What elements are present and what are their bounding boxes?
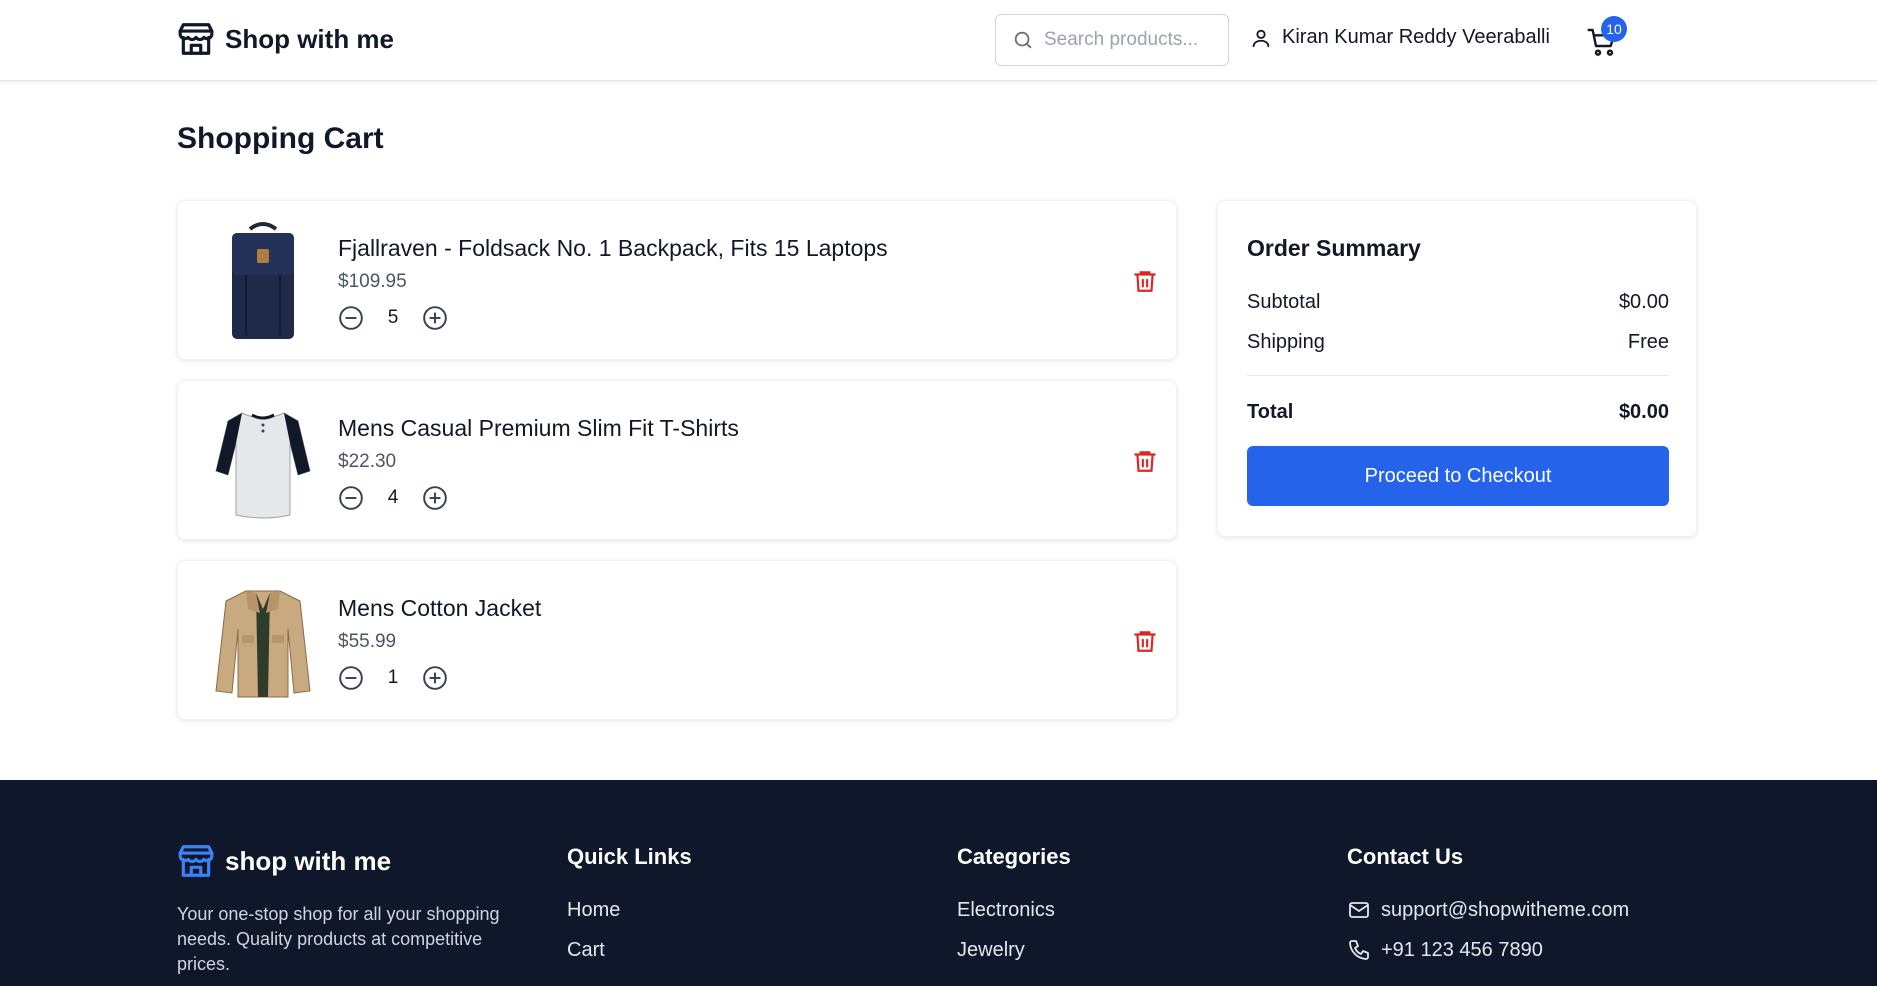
contact-phone: +91 123 456 7890 [1381,938,1543,961]
quick-links-title: Quick Links [567,844,692,869]
contact-email-link[interactable]: support@shopwitheme.com [1347,890,1629,930]
footer-link-home[interactable]: Home [567,890,692,930]
footer-brand: shop with me [177,842,391,880]
shipping-value: Free [1627,331,1669,353]
decrease-quantity-icon[interactable] [338,485,364,511]
jacket-image [215,590,311,698]
product-image [202,399,324,523]
contact-email: support@shopwitheme.com [1381,898,1630,921]
contact-section: Contact Us support@shopwitheme.com +91 1… [1347,844,1629,970]
cart-item: Mens Cotton Jacket $55.99 1 [177,560,1177,720]
search-box[interactable] [995,14,1229,66]
increase-quantity-icon[interactable] [422,665,448,691]
cart-count-badge: 10 [1601,16,1627,42]
footer-link-jewelry[interactable]: Jewelry [957,930,1071,970]
order-summary-title: Order Summary [1247,235,1421,261]
user-icon [1252,29,1270,47]
quantity-value: 4 [387,487,399,508]
store-icon [178,845,214,877]
subtotal-row: Subtotal $0.00 [1247,291,1669,314]
remove-item-icon[interactable] [1132,267,1158,295]
footer-brand-name: shop with me [225,845,392,876]
footer-link-cart[interactable]: Cart [567,930,692,970]
footer: shop with me Your one-stop shop for all … [0,780,1877,986]
search-icon [1014,31,1032,49]
tshirt-image [215,412,311,519]
increase-quantity-icon[interactable] [422,485,448,511]
total-value: $0.00 [1618,401,1669,423]
product-image [202,579,324,703]
brand-name: Shop with me [225,23,394,54]
contact-phone-link[interactable]: +91 123 456 7890 [1347,930,1629,970]
top-navbar: Shop with me Kiran Kumar Reddy Veeraball… [0,0,1877,81]
product-price: $22.30 [338,451,397,472]
total-label: Total [1247,401,1294,423]
product-name[interactable]: Mens Cotton Jacket [338,595,541,622]
store-icon [178,23,214,55]
quantity-value: 5 [387,307,399,328]
quick-links-section: Quick Links Home Cart [567,844,692,970]
search-input[interactable] [1044,29,1214,51]
product-price: $55.99 [338,631,397,652]
categories-title: Categories [957,844,1071,869]
decrease-quantity-icon[interactable] [338,665,364,691]
categories-section: Categories Electronics Jewelry [957,844,1071,970]
phone-icon [1349,940,1369,960]
footer-description: Your one-stop shop for all your shopping… [177,904,500,974]
cart-item: Fjallraven - Foldsack No. 1 Backpack, Fi… [177,200,1177,360]
order-summary-card: Order Summary Subtotal $0.00 Shipping Fr… [1217,200,1697,537]
cart-item: Mens Casual Premium Slim Fit T-Shirts $2… [177,380,1177,540]
backpack-image [232,222,294,339]
total-row: Total $0.00 [1247,401,1669,424]
product-price: $109.95 [338,271,407,292]
contact-title: Contact Us [1347,844,1464,869]
increase-quantity-icon[interactable] [422,305,448,331]
summary-divider [1247,375,1669,376]
shipping-label: Shipping [1247,331,1325,353]
subtotal-value: $0.00 [1618,291,1669,313]
brand-logo-link[interactable]: Shop with me [177,20,394,58]
checkout-button[interactable]: Proceed to Checkout [1247,446,1669,506]
subtotal-label: Subtotal [1247,291,1321,313]
product-name[interactable]: Mens Casual Premium Slim Fit T-Shirts [338,415,739,442]
product-image [202,219,324,343]
footer-link-electronics[interactable]: Electronics [957,890,1071,930]
remove-item-icon[interactable] [1132,447,1158,475]
product-name[interactable]: Fjallraven - Foldsack No. 1 Backpack, Fi… [338,235,888,262]
quantity-value: 1 [387,667,399,688]
user-account-link[interactable]: Kiran Kumar Reddy Veeraballi [1250,26,1550,49]
page-title: Shopping Cart [177,122,384,155]
mail-icon [1349,902,1369,918]
user-name: Kiran Kumar Reddy Veeraballi [1282,26,1550,48]
decrease-quantity-icon[interactable] [338,305,364,331]
remove-item-icon[interactable] [1132,627,1158,655]
shipping-row: Shipping Free [1247,331,1669,354]
